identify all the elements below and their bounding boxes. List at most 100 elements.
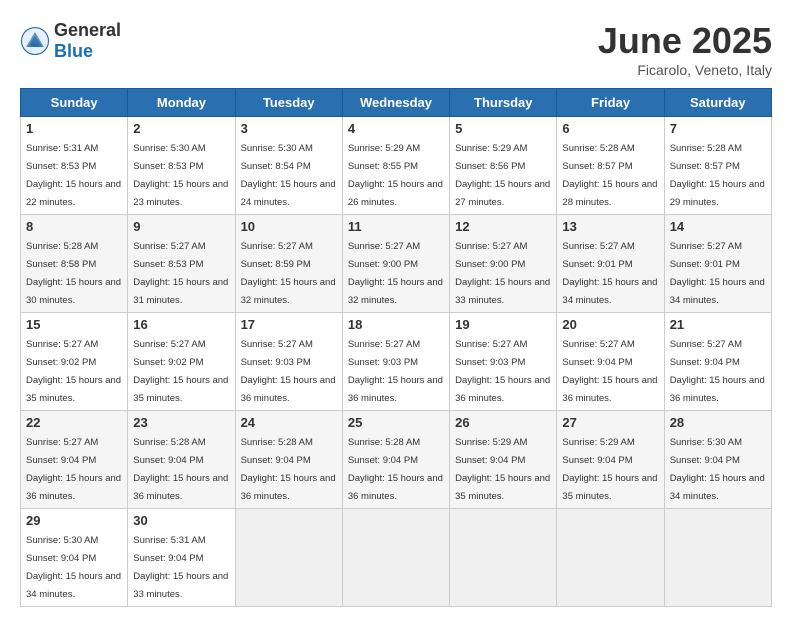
- calendar-week-5: 29Sunrise: 5:30 AMSunset: 9:04 PMDayligh…: [21, 509, 772, 607]
- day-info: Sunrise: 5:27 AMSunset: 9:01 PMDaylight:…: [562, 241, 657, 306]
- logo-icon: [20, 26, 50, 56]
- day-info: Sunrise: 5:28 AMSunset: 8:57 PMDaylight:…: [670, 143, 765, 208]
- calendar-cell: 17Sunrise: 5:27 AMSunset: 9:03 PMDayligh…: [235, 313, 342, 411]
- day-number: 7: [670, 121, 766, 136]
- day-number: 28: [670, 415, 766, 430]
- day-info: Sunrise: 5:31 AMSunset: 9:04 PMDaylight:…: [133, 535, 228, 600]
- day-number: 1: [26, 121, 122, 136]
- day-number: 19: [455, 317, 551, 332]
- calendar-cell: [235, 509, 342, 607]
- day-number: 20: [562, 317, 658, 332]
- weekday-header-row: SundayMondayTuesdayWednesdayThursdayFrid…: [21, 89, 772, 117]
- day-number: 8: [26, 219, 122, 234]
- calendar-cell: 19Sunrise: 5:27 AMSunset: 9:03 PMDayligh…: [450, 313, 557, 411]
- calendar-cell: 25Sunrise: 5:28 AMSunset: 9:04 PMDayligh…: [342, 411, 449, 509]
- calendar-week-3: 15Sunrise: 5:27 AMSunset: 9:02 PMDayligh…: [21, 313, 772, 411]
- day-number: 3: [241, 121, 337, 136]
- day-info: Sunrise: 5:29 AMSunset: 8:55 PMDaylight:…: [348, 143, 443, 208]
- calendar-cell: 15Sunrise: 5:27 AMSunset: 9:02 PMDayligh…: [21, 313, 128, 411]
- day-info: Sunrise: 5:27 AMSunset: 9:03 PMDaylight:…: [348, 339, 443, 404]
- day-number: 22: [26, 415, 122, 430]
- weekday-header-thursday: Thursday: [450, 89, 557, 117]
- calendar-cell: 12 Sunrise: 5:27 AMSunset: 9:00 PMDayligh…: [450, 215, 557, 313]
- calendar-cell: 4 Sunrise: 5:29 AMSunset: 8:55 PMDaylight…: [342, 117, 449, 215]
- day-info: Sunrise: 5:28 AMSunset: 8:58 PMDaylight:…: [26, 241, 121, 306]
- day-number: 26: [455, 415, 551, 430]
- day-info: Sunrise: 5:27 AMSunset: 9:02 PMDaylight:…: [133, 339, 228, 404]
- calendar-cell: 22 Sunrise: 5:27 AMSunset: 9:04 PMDayligh…: [21, 411, 128, 509]
- calendar-cell: 6 Sunrise: 5:28 AMSunset: 8:57 PMDaylight…: [557, 117, 664, 215]
- day-info: Sunrise: 5:27 AMSunset: 9:04 PMDaylight:…: [670, 339, 765, 404]
- day-info: Sunrise: 5:30 AMSunset: 9:04 PMDaylight:…: [26, 535, 121, 600]
- weekday-header-sunday: Sunday: [21, 89, 128, 117]
- day-info: Sunrise: 5:31 AMSunset: 8:53 PMDaylight:…: [26, 143, 121, 208]
- calendar-cell: 1 Sunrise: 5:31 AMSunset: 8:53 PMDaylight…: [21, 117, 128, 215]
- calendar-cell: 18Sunrise: 5:27 AMSunset: 9:03 PMDayligh…: [342, 313, 449, 411]
- day-number: 21: [670, 317, 766, 332]
- day-info: Sunrise: 5:28 AMSunset: 8:57 PMDaylight:…: [562, 143, 657, 208]
- day-number: 11: [348, 219, 444, 234]
- day-number: 4: [348, 121, 444, 136]
- day-number: 23: [133, 415, 229, 430]
- calendar-cell: 29Sunrise: 5:30 AMSunset: 9:04 PMDayligh…: [21, 509, 128, 607]
- weekday-header-saturday: Saturday: [664, 89, 771, 117]
- calendar-cell: 27 Sunrise: 5:29 AMSunset: 9:04 PMDayligh…: [557, 411, 664, 509]
- day-number: 14: [670, 219, 766, 234]
- day-number: 13: [562, 219, 658, 234]
- calendar-cell: [450, 509, 557, 607]
- day-info: Sunrise: 5:29 AMSunset: 8:56 PMDaylight:…: [455, 143, 550, 208]
- calendar-week-1: 1 Sunrise: 5:31 AMSunset: 8:53 PMDaylight…: [21, 117, 772, 215]
- calendar-cell: 24 Sunrise: 5:28 AMSunset: 9:04 PMDayligh…: [235, 411, 342, 509]
- calendar-cell: 30Sunrise: 5:31 AMSunset: 9:04 PMDayligh…: [128, 509, 235, 607]
- day-number: 10: [241, 219, 337, 234]
- calendar-cell: 16 Sunrise: 5:27 AMSunset: 9:02 PMDayligh…: [128, 313, 235, 411]
- day-number: 25: [348, 415, 444, 430]
- calendar-cell: 20 Sunrise: 5:27 AMSunset: 9:04 PMDayligh…: [557, 313, 664, 411]
- weekday-header-wednesday: Wednesday: [342, 89, 449, 117]
- calendar-cell: 3Sunrise: 5:30 AMSunset: 8:54 PMDaylight…: [235, 117, 342, 215]
- day-info: Sunrise: 5:27 AMSunset: 9:04 PMDaylight:…: [26, 437, 121, 502]
- calendar-cell: 2Sunrise: 5:30 AMSunset: 8:53 PMDaylight…: [128, 117, 235, 215]
- calendar-cell: 7 Sunrise: 5:28 AMSunset: 8:57 PMDaylight…: [664, 117, 771, 215]
- day-info: Sunrise: 5:29 AMSunset: 9:04 PMDaylight:…: [455, 437, 550, 502]
- weekday-header-monday: Monday: [128, 89, 235, 117]
- calendar-cell: 28Sunrise: 5:30 AMSunset: 9:04 PMDayligh…: [664, 411, 771, 509]
- day-info: Sunrise: 5:27 AMSunset: 9:03 PMDaylight:…: [241, 339, 336, 404]
- calendar-cell: 14Sunrise: 5:27 AMSunset: 9:01 PMDayligh…: [664, 215, 771, 313]
- calendar-cell: 23 Sunrise: 5:28 AMSunset: 9:04 PMDayligh…: [128, 411, 235, 509]
- calendar-cell: [342, 509, 449, 607]
- calendar-cell: 21 Sunrise: 5:27 AMSunset: 9:04 PMDayligh…: [664, 313, 771, 411]
- logo: General Blue: [20, 20, 121, 62]
- calendar-cell: 10 Sunrise: 5:27 AMSunset: 8:59 PMDayligh…: [235, 215, 342, 313]
- day-info: Sunrise: 5:28 AMSunset: 9:04 PMDaylight:…: [133, 437, 228, 502]
- calendar-cell: [557, 509, 664, 607]
- weekday-header-tuesday: Tuesday: [235, 89, 342, 117]
- day-info: Sunrise: 5:27 AMSunset: 8:59 PMDaylight:…: [241, 241, 336, 306]
- calendar-cell: 26 Sunrise: 5:29 AMSunset: 9:04 PMDayligh…: [450, 411, 557, 509]
- calendar-cell: 9Sunrise: 5:27 AMSunset: 8:53 PMDaylight…: [128, 215, 235, 313]
- day-number: 6: [562, 121, 658, 136]
- day-info: Sunrise: 5:27 AMSunset: 9:02 PMDaylight:…: [26, 339, 121, 404]
- day-info: Sunrise: 5:28 AMSunset: 9:04 PMDaylight:…: [241, 437, 336, 502]
- calendar-cell: 11 Sunrise: 5:27 AMSunset: 9:00 PMDayligh…: [342, 215, 449, 313]
- calendar-week-2: 8 Sunrise: 5:28 AMSunset: 8:58 PMDaylight…: [21, 215, 772, 313]
- day-number: 24: [241, 415, 337, 430]
- calendar-table: SundayMondayTuesdayWednesdayThursdayFrid…: [20, 88, 772, 607]
- logo-text: General Blue: [54, 20, 121, 62]
- day-number: 16: [133, 317, 229, 332]
- calendar-cell: 5Sunrise: 5:29 AMSunset: 8:56 PMDaylight…: [450, 117, 557, 215]
- day-number: 27: [562, 415, 658, 430]
- day-number: 12: [455, 219, 551, 234]
- calendar-subtitle: Ficarolo, Veneto, Italy: [598, 62, 772, 78]
- title-area: June 2025 Ficarolo, Veneto, Italy: [598, 20, 772, 78]
- calendar-cell: [664, 509, 771, 607]
- day-info: Sunrise: 5:27 AMSunset: 9:04 PMDaylight:…: [562, 339, 657, 404]
- day-info: Sunrise: 5:27 AMSunset: 9:00 PMDaylight:…: [455, 241, 550, 306]
- day-info: Sunrise: 5:27 AMSunset: 9:00 PMDaylight:…: [348, 241, 443, 306]
- day-info: Sunrise: 5:29 AMSunset: 9:04 PMDaylight:…: [562, 437, 657, 502]
- weekday-header-friday: Friday: [557, 89, 664, 117]
- day-info: Sunrise: 5:30 AMSunset: 8:53 PMDaylight:…: [133, 143, 228, 208]
- calendar-body: 1 Sunrise: 5:31 AMSunset: 8:53 PMDaylight…: [21, 117, 772, 607]
- calendar-cell: 8 Sunrise: 5:28 AMSunset: 8:58 PMDaylight…: [21, 215, 128, 313]
- calendar-cell: 13 Sunrise: 5:27 AMSunset: 9:01 PMDayligh…: [557, 215, 664, 313]
